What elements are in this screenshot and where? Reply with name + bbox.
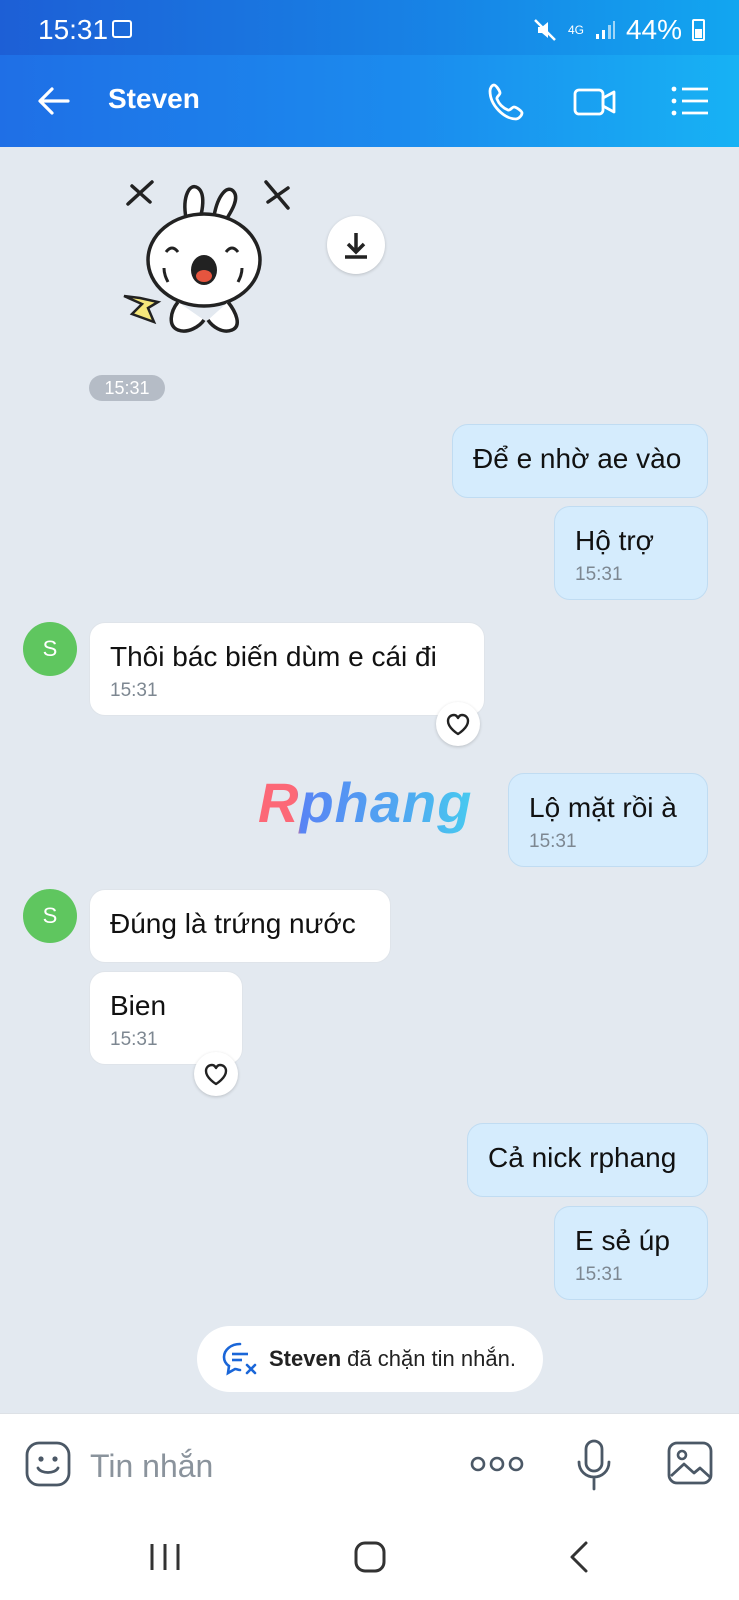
- sticker-time: 15:31: [89, 375, 165, 401]
- message-text: Cả nick rphang: [488, 1142, 677, 1173]
- chat-header: Steven: [0, 55, 739, 147]
- download-button[interactable]: [327, 216, 385, 274]
- status-bar: 15:31 4G 44%: [0, 0, 739, 55]
- blocked-chat-icon: [222, 1342, 257, 1376]
- react-button[interactable]: [194, 1052, 238, 1096]
- block-text: đã chặn tin nhắn.: [347, 1346, 516, 1371]
- system-back-icon[interactable]: [566, 1539, 592, 1575]
- message-text: Hộ trợ: [575, 525, 655, 556]
- message-bubble[interactable]: Cả nick rphang: [467, 1123, 708, 1197]
- back-arrow-icon[interactable]: [34, 81, 74, 121]
- status-time: 15:31: [38, 14, 109, 45]
- block-notice: Steven đã chặn tin nhắn.: [197, 1326, 543, 1392]
- message-bubble[interactable]: Lộ mặt rồi à 15:31: [508, 773, 708, 867]
- message-time: 15:31: [575, 564, 623, 585]
- message-text: E sẻ úp: [575, 1225, 670, 1256]
- signal-icon: [595, 21, 615, 39]
- message-time: 15:31: [575, 1264, 623, 1285]
- rabbit-sticker[interactable]: [118, 172, 308, 342]
- message-input[interactable]: Tin nhắn: [90, 1448, 213, 1485]
- system-nav-bar: [0, 1513, 739, 1600]
- status-right: 4G 44%: [532, 14, 705, 46]
- phone-icon[interactable]: [484, 79, 530, 125]
- more-dots-icon[interactable]: [470, 1450, 524, 1478]
- gallery-icon[interactable]: [666, 1440, 714, 1486]
- battery-percent: 44%: [625, 14, 682, 45]
- mute-icon: [534, 19, 556, 41]
- blocker-name: Steven: [269, 1346, 342, 1371]
- image-icon: [112, 20, 132, 38]
- message-bubble[interactable]: Hộ trợ 15:31: [554, 506, 708, 600]
- message-time: 15:31: [110, 1029, 158, 1050]
- watermark: Rphang: [258, 771, 473, 834]
- message-bubble[interactable]: Đúng là trứng nước: [89, 889, 391, 963]
- network-label: 4G: [567, 23, 584, 37]
- menu-list-icon[interactable]: [668, 79, 714, 125]
- home-icon[interactable]: [352, 1539, 388, 1575]
- avatar[interactable]: S: [23, 622, 77, 676]
- avatar[interactable]: S: [23, 889, 77, 943]
- message-bubble[interactable]: E sẻ úp 15:31: [554, 1206, 708, 1300]
- message-text: Đúng là trứng nước: [110, 908, 356, 939]
- heart-icon: [446, 713, 470, 736]
- heart-icon: [204, 1063, 228, 1086]
- message-bubble[interactable]: Thôi bác biến dùm e cái đi 15:31: [89, 622, 485, 716]
- battery-icon: [692, 19, 705, 41]
- message-input-bar: Tin nhắn: [0, 1413, 739, 1514]
- contact-name[interactable]: Steven: [108, 83, 200, 115]
- message-bubble[interactable]: Bien 15:31: [89, 971, 243, 1065]
- message-text: Lộ mặt rồi à: [529, 792, 677, 823]
- download-icon: [345, 233, 367, 259]
- video-call-icon[interactable]: [572, 79, 618, 125]
- microphone-icon[interactable]: [574, 1438, 614, 1494]
- recent-apps-icon[interactable]: [148, 1541, 182, 1573]
- message-bubble[interactable]: Để e nhờ ae vào: [452, 424, 708, 498]
- emoji-icon[interactable]: [24, 1440, 72, 1488]
- react-button[interactable]: [436, 702, 480, 746]
- message-time: 15:31: [110, 680, 158, 701]
- message-text: Thôi bác biến dùm e cái đi: [110, 641, 437, 672]
- message-text: Bien: [110, 990, 167, 1021]
- message-text: Để e nhờ ae vào: [473, 443, 682, 474]
- message-time: 15:31: [529, 831, 577, 852]
